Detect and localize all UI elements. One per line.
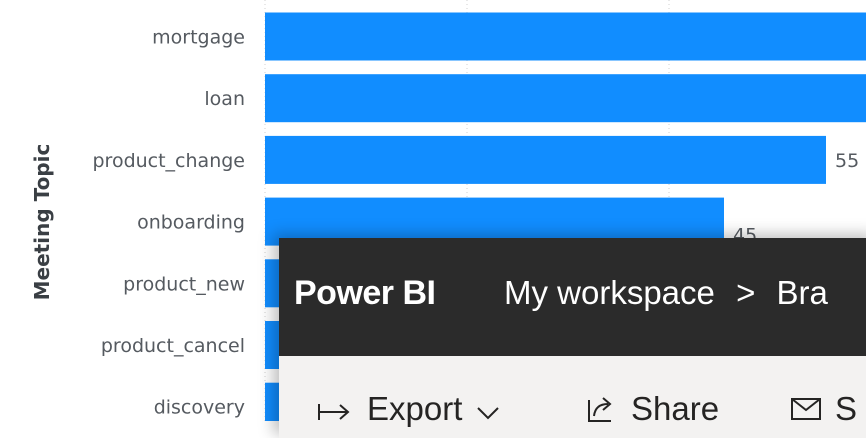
powerbi-brand[interactable]: Power BI bbox=[294, 274, 436, 313]
breadcrumb-separator: > bbox=[736, 274, 756, 311]
category-label: product_new bbox=[123, 273, 245, 295]
export-label: Export bbox=[367, 390, 463, 427]
breadcrumb: My workspace > Bra bbox=[504, 274, 828, 312]
breadcrumb-report[interactable]: Bra bbox=[777, 274, 828, 312]
share-label: Share bbox=[631, 390, 720, 427]
bar-product_change[interactable] bbox=[265, 135, 826, 184]
category-label: mortgage bbox=[152, 27, 245, 49]
powerbi-header: Power BI My workspace > Bra bbox=[279, 238, 866, 356]
powerbi-window: Power BI My workspace > Bra Export Share… bbox=[279, 238, 866, 438]
chevron-down-icon bbox=[477, 407, 499, 420]
export-arrow-icon bbox=[318, 404, 350, 420]
category-label: loan bbox=[204, 88, 245, 110]
breadcrumb-workspace[interactable]: My workspace bbox=[504, 274, 715, 312]
category-label: discovery bbox=[154, 397, 245, 419]
mail-icon bbox=[791, 398, 821, 420]
y-axis-title: Meeting Topic bbox=[30, 144, 54, 301]
bar-mortgage[interactable] bbox=[265, 12, 866, 61]
email-label: S bbox=[835, 390, 858, 427]
category-label: product_cancel bbox=[101, 335, 245, 357]
powerbi-toolbar: Export Share S bbox=[279, 356, 866, 438]
category-label: onboarding bbox=[137, 212, 245, 234]
data-label: 55 bbox=[835, 150, 859, 172]
share-icon bbox=[588, 397, 612, 422]
category-label: product_change bbox=[92, 150, 245, 172]
bar-loan[interactable] bbox=[265, 74, 866, 123]
